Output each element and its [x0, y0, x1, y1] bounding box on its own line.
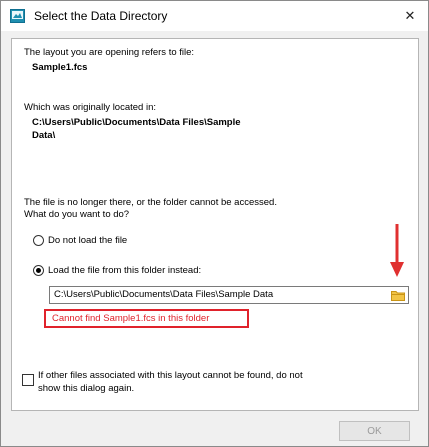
radio-selected-dot: [36, 268, 41, 273]
load-from-folder-label[interactable]: Load the file from this folder instead:: [48, 265, 201, 276]
original-location-label: Which was originally located in:: [24, 102, 157, 113]
close-icon: ✕: [404, 8, 416, 23]
ok-button[interactable]: OK: [339, 421, 410, 441]
error-message: Cannot find Sample1.fcs in this folder: [44, 309, 249, 328]
load-from-folder-radio[interactable]: [33, 265, 44, 276]
app-icon: [10, 9, 25, 23]
arrow-down-icon: [390, 224, 404, 277]
folder-icon: [391, 290, 405, 301]
dont-show-again-checkbox[interactable]: [22, 374, 34, 386]
window-title: Select the Data Directory: [34, 9, 168, 23]
missing-text-line2: What do you want to do?: [24, 209, 130, 220]
title-bar: Select the Data Directory ✕: [1, 1, 428, 31]
original-path-line2: Data\: [32, 130, 56, 141]
folder-path-input[interactable]: C:\Users\Public\Documents\Data Files\Sam…: [49, 286, 409, 304]
browse-folder-button[interactable]: [389, 287, 407, 303]
missing-text-line1: The file is no longer there, or the fold…: [24, 197, 277, 208]
dialog-window: Select the Data Directory ✕ The layout y…: [0, 0, 429, 447]
close-button[interactable]: ✕: [397, 5, 423, 27]
do-not-load-label[interactable]: Do not load the file: [48, 235, 127, 246]
dont-show-again-label-line2[interactable]: show this dialog again.: [38, 383, 134, 394]
do-not-load-radio[interactable]: [33, 235, 44, 246]
dont-show-again-label-line1[interactable]: If other files associated with this layo…: [38, 370, 303, 381]
original-path-line1: C:\Users\Public\Documents\Data Files\Sam…: [32, 117, 241, 128]
file-name: Sample1.fcs: [32, 62, 88, 73]
content-panel: The layout you are opening refers to fil…: [11, 38, 419, 411]
intro-text: The layout you are opening refers to fil…: [24, 47, 195, 58]
